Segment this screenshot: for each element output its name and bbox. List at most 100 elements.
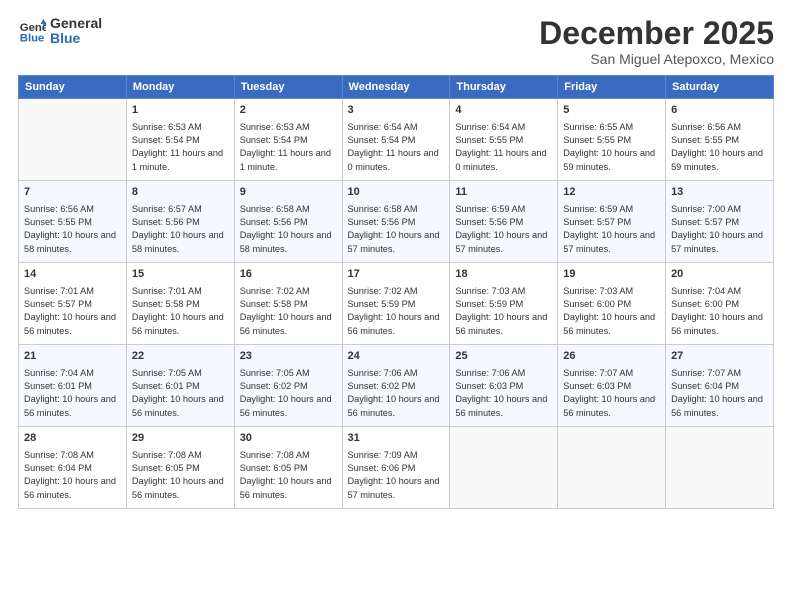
calendar-cell: 17 Sunrise: 7:02 AMSunset: 5:59 PMDayligh… [342, 263, 450, 345]
calendar-cell: 22 Sunrise: 7:05 AMSunset: 6:01 PMDayligh… [126, 345, 234, 427]
calendar-cell: 15Sunrise: 7:01 AMSunset: 5:58 PMDayligh… [126, 263, 234, 345]
title-block: December 2025 San Miguel Atepoxco, Mexic… [539, 16, 774, 67]
day-number: 17 [348, 267, 445, 282]
day-number: 23 [240, 349, 337, 364]
day-info: Sunrise: 7:08 AMSunset: 6:04 PMDaylight:… [24, 449, 121, 502]
day-number: 22 [132, 349, 229, 364]
day-info: Sunrise: 7:03 AMSunset: 5:59 PMDaylight:… [455, 285, 552, 338]
day-number: 14 [24, 267, 121, 282]
day-info: Sunrise: 7:00 AMSunset: 5:57 PMDaylight:… [671, 203, 768, 256]
calendar-cell: 3 Sunrise: 6:54 AMSunset: 5:54 PMDaylight… [342, 99, 450, 181]
weekday-header-friday: Friday [558, 76, 666, 99]
day-number: 31 [348, 431, 445, 446]
calendar-cell: 19Sunrise: 7:03 AMSunset: 6:00 PMDayligh… [558, 263, 666, 345]
calendar-cell: 5 Sunrise: 6:55 AMSunset: 5:55 PMDaylight… [558, 99, 666, 181]
day-info: Sunrise: 7:02 AMSunset: 5:59 PMDaylight:… [348, 285, 445, 338]
svg-text:Blue: Blue [20, 33, 45, 45]
day-info: Sunrise: 7:08 AMSunset: 6:05 PMDaylight:… [132, 449, 229, 502]
calendar-cell: 23Sunrise: 7:05 AMSunset: 6:02 PMDayligh… [234, 345, 342, 427]
calendar-cell: 1 Sunrise: 6:53 AMSunset: 5:54 PMDaylight… [126, 99, 234, 181]
calendar-cell: 12 Sunrise: 6:59 AMSunset: 5:57 PMDayligh… [558, 181, 666, 263]
calendar-cell: 10Sunrise: 6:58 AMSunset: 5:56 PMDayligh… [342, 181, 450, 263]
calendar-cell: 18 Sunrise: 7:03 AMSunset: 5:59 PMDayligh… [450, 263, 558, 345]
calendar-table: SundayMondayTuesdayWednesdayThursdayFrid… [18, 75, 774, 509]
day-info: Sunrise: 6:59 AMSunset: 5:57 PMDaylight:… [563, 203, 660, 256]
weekday-header-wednesday: Wednesday [342, 76, 450, 99]
day-info: Sunrise: 7:09 AMSunset: 6:06 PMDaylight:… [348, 449, 445, 502]
week-row-0: 1 Sunrise: 6:53 AMSunset: 5:54 PMDaylight… [19, 99, 774, 181]
day-info: Sunrise: 6:56 AMSunset: 5:55 PMDaylight:… [671, 121, 768, 174]
day-info: Sunrise: 7:02 AMSunset: 5:58 PMDaylight:… [240, 285, 337, 338]
calendar-cell: 9Sunrise: 6:58 AMSunset: 5:56 PMDaylight… [234, 181, 342, 263]
calendar-cell: 27 Sunrise: 7:07 AMSunset: 6:04 PMDayligh… [666, 345, 774, 427]
logo: General Blue General Blue [18, 16, 102, 47]
week-row-2: 14Sunrise: 7:01 AMSunset: 5:57 PMDayligh… [19, 263, 774, 345]
calendar-cell: 2Sunrise: 6:53 AMSunset: 5:54 PMDaylight… [234, 99, 342, 181]
calendar-cell: 13 Sunrise: 7:00 AMSunset: 5:57 PMDayligh… [666, 181, 774, 263]
weekday-header-row: SundayMondayTuesdayWednesdayThursdayFrid… [19, 76, 774, 99]
day-number: 18 [455, 267, 552, 282]
calendar-cell [19, 99, 127, 181]
day-info: Sunrise: 7:08 AMSunset: 6:05 PMDaylight:… [240, 449, 337, 502]
day-info: Sunrise: 6:59 AMSunset: 5:56 PMDaylight:… [455, 203, 552, 256]
day-number: 2 [240, 103, 337, 118]
week-row-4: 28 Sunrise: 7:08 AMSunset: 6:04 PMDayligh… [19, 427, 774, 509]
day-info: Sunrise: 7:05 AMSunset: 6:01 PMDaylight:… [132, 367, 229, 420]
location: San Miguel Atepoxco, Mexico [539, 51, 774, 67]
day-info: Sunrise: 6:54 AMSunset: 5:55 PMDaylight:… [455, 121, 552, 174]
header: General Blue General Blue December 2025 … [18, 16, 774, 67]
calendar-cell: 6 Sunrise: 6:56 AMSunset: 5:55 PMDaylight… [666, 99, 774, 181]
day-number: 24 [348, 349, 445, 364]
calendar-cell: 7Sunrise: 6:56 AMSunset: 5:55 PMDaylight… [19, 181, 127, 263]
day-number: 1 [132, 103, 229, 118]
calendar-cell: 29Sunrise: 7:08 AMSunset: 6:05 PMDayligh… [126, 427, 234, 509]
calendar-cell: 24Sunrise: 7:06 AMSunset: 6:02 PMDayligh… [342, 345, 450, 427]
calendar-cell: 30 Sunrise: 7:08 AMSunset: 6:05 PMDayligh… [234, 427, 342, 509]
week-row-1: 7Sunrise: 6:56 AMSunset: 5:55 PMDaylight… [19, 181, 774, 263]
day-number: 27 [671, 349, 768, 364]
day-info: Sunrise: 7:06 AMSunset: 6:03 PMDaylight:… [455, 367, 552, 420]
day-number: 15 [132, 267, 229, 282]
calendar-cell: 31 Sunrise: 7:09 AMSunset: 6:06 PMDayligh… [342, 427, 450, 509]
day-info: Sunrise: 7:07 AMSunset: 6:04 PMDaylight:… [671, 367, 768, 420]
day-info: Sunrise: 6:54 AMSunset: 5:54 PMDaylight:… [348, 121, 445, 174]
calendar-cell [558, 427, 666, 509]
logo-line1: General [50, 16, 102, 31]
calendar-cell: 25 Sunrise: 7:06 AMSunset: 6:03 PMDayligh… [450, 345, 558, 427]
calendar-cell [450, 427, 558, 509]
day-number: 21 [24, 349, 121, 364]
day-number: 6 [671, 103, 768, 118]
calendar-cell: 21 Sunrise: 7:04 AMSunset: 6:01 PMDayligh… [19, 345, 127, 427]
day-info: Sunrise: 7:04 AMSunset: 6:01 PMDaylight:… [24, 367, 121, 420]
weekday-header-sunday: Sunday [19, 76, 127, 99]
day-info: Sunrise: 7:04 AMSunset: 6:00 PMDaylight:… [671, 285, 768, 338]
day-number: 30 [240, 431, 337, 446]
month-title: December 2025 [539, 16, 774, 51]
calendar-cell: 14Sunrise: 7:01 AMSunset: 5:57 PMDayligh… [19, 263, 127, 345]
day-number: 20 [671, 267, 768, 282]
weekday-header-thursday: Thursday [450, 76, 558, 99]
calendar-cell: 28 Sunrise: 7:08 AMSunset: 6:04 PMDayligh… [19, 427, 127, 509]
day-info: Sunrise: 6:58 AMSunset: 5:56 PMDaylight:… [348, 203, 445, 256]
day-number: 8 [132, 185, 229, 200]
day-number: 11 [455, 185, 552, 200]
day-info: Sunrise: 6:53 AMSunset: 5:54 PMDaylight:… [132, 121, 229, 174]
day-number: 7 [24, 185, 121, 200]
day-number: 25 [455, 349, 552, 364]
calendar-cell: 11 Sunrise: 6:59 AMSunset: 5:56 PMDayligh… [450, 181, 558, 263]
day-number: 28 [24, 431, 121, 446]
day-info: Sunrise: 6:58 AMSunset: 5:56 PMDaylight:… [240, 203, 337, 256]
day-number: 26 [563, 349, 660, 364]
day-number: 5 [563, 103, 660, 118]
calendar-cell: 26Sunrise: 7:07 AMSunset: 6:03 PMDayligh… [558, 345, 666, 427]
day-number: 16 [240, 267, 337, 282]
logo-icon: General Blue [18, 17, 46, 45]
day-number: 4 [455, 103, 552, 118]
day-number: 13 [671, 185, 768, 200]
logo-line2: Blue [50, 31, 102, 46]
day-number: 12 [563, 185, 660, 200]
day-info: Sunrise: 6:55 AMSunset: 5:55 PMDaylight:… [563, 121, 660, 174]
day-number: 3 [348, 103, 445, 118]
calendar-cell: 4 Sunrise: 6:54 AMSunset: 5:55 PMDaylight… [450, 99, 558, 181]
calendar-cell: 20 Sunrise: 7:04 AMSunset: 6:00 PMDayligh… [666, 263, 774, 345]
